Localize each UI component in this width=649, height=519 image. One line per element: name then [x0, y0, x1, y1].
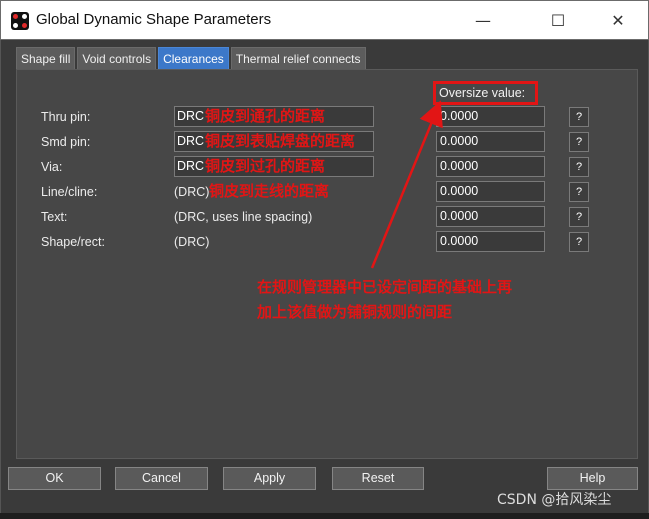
text-label: Text: [41, 210, 68, 224]
smd-pin-oversize-input[interactable]: 0.0000 [436, 131, 545, 152]
annotation-note-line2: 加上该值做为铺铜规则的间距 [257, 303, 453, 321]
line-cline-label: Line/cline: [41, 185, 98, 199]
bottom-strip [0, 513, 649, 519]
oversize-value-label: Oversize value: [433, 81, 538, 105]
shape-rect-label: Shape/rect: [41, 235, 105, 249]
thru-pin-help-button[interactable]: ? [569, 107, 589, 127]
via-help-button[interactable]: ? [569, 157, 589, 177]
thru-pin-label: Thru pin: [41, 110, 91, 124]
shape-rect-drc-text: (DRC) [174, 235, 210, 249]
dialog-body: Shape fill Void controls Clearances Ther… [0, 40, 649, 519]
text-oversize-input[interactable]: 0.0000 [436, 206, 545, 227]
help-button[interactable]: Help [547, 467, 638, 490]
line-cline-drc-text: (DRC) [174, 185, 210, 199]
clearances-panel: Oversize value: Thru pin: DRC 0.0000 ? S… [16, 69, 638, 459]
reset-button[interactable]: Reset [332, 467, 424, 490]
title-bar: Global Dynamic Shape Parameters — ☐ ✕ [0, 0, 649, 40]
annotation-via: 铜皮到过孔的距离 [205, 157, 326, 175]
line-cline-oversize-input[interactable]: 0.0000 [436, 181, 545, 202]
window-title: Global Dynamic Shape Parameters [36, 11, 272, 28]
apply-button[interactable]: Apply [223, 467, 316, 490]
close-button[interactable]: ✕ [604, 9, 632, 33]
text-help-button[interactable]: ? [569, 207, 589, 227]
tab-clearances[interactable]: Clearances [158, 47, 229, 69]
annotation-thru-pin: 铜皮到通孔的距离 [205, 107, 326, 125]
watermark: CSDN @拾风染尘 [497, 492, 612, 508]
smd-pin-help-button[interactable]: ? [569, 132, 589, 152]
minimize-button[interactable]: — [469, 9, 497, 33]
thru-pin-oversize-input[interactable]: 0.0000 [436, 106, 545, 127]
text-drc-text: (DRC, uses line spacing) [174, 210, 313, 224]
shape-rect-help-button[interactable]: ? [569, 232, 589, 252]
annotation-note-line1: 在规则管理器中已设定间距的基础上再 [257, 278, 513, 296]
tab-void-controls[interactable]: Void controls [77, 47, 157, 69]
via-oversize-input[interactable]: 0.0000 [436, 156, 545, 177]
annotation-smd-pin: 铜皮到表贴焊盘的距离 [205, 132, 356, 150]
tab-bar: Shape fill Void controls Clearances Ther… [16, 47, 366, 69]
cancel-button[interactable]: Cancel [115, 467, 208, 490]
ok-button[interactable]: OK [8, 467, 101, 490]
shape-rect-oversize-input[interactable]: 0.0000 [436, 231, 545, 252]
maximize-button[interactable]: ☐ [544, 9, 572, 33]
line-cline-help-button[interactable]: ? [569, 182, 589, 202]
annotation-line: 铜皮到走线的距离 [209, 182, 330, 200]
smd-pin-label: Smd pin: [41, 135, 91, 149]
app-icon [11, 12, 29, 30]
tab-thermal-relief-connects[interactable]: Thermal relief connects [230, 47, 366, 69]
tab-shape-fill[interactable]: Shape fill [16, 47, 76, 69]
via-label: Via: [41, 160, 63, 174]
